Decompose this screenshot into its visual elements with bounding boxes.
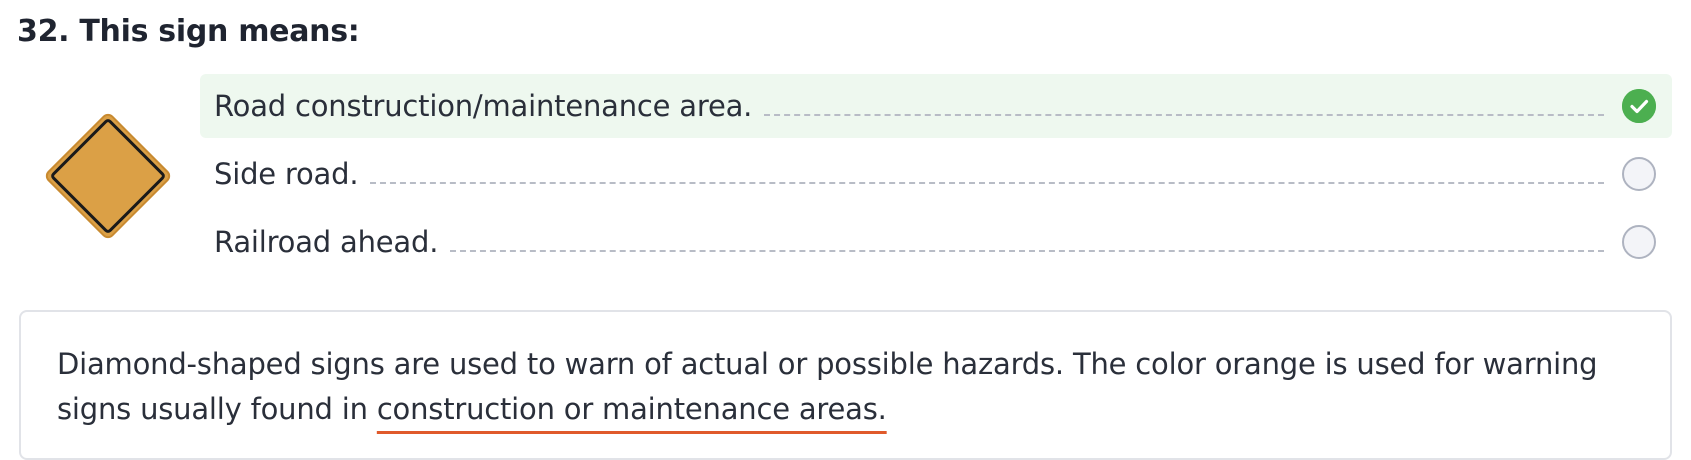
question-title: 32. This sign means: — [17, 14, 360, 49]
answer-option-2[interactable]: Side road. — [200, 142, 1672, 206]
answer-option-3[interactable]: Railroad ahead. — [200, 210, 1672, 274]
radio-button[interactable] — [1622, 157, 1656, 191]
answer-options: Road construction/maintenance area. Side… — [200, 74, 1672, 278]
answer-option-label: Railroad ahead. — [214, 225, 439, 259]
dotted-leader — [764, 114, 1604, 116]
check-circle-icon — [1622, 89, 1656, 123]
warning-diamond-sign-icon — [38, 106, 178, 246]
radio-button[interactable] — [1622, 225, 1656, 259]
explanation-text: Diamond-shaped signs are used to warn of… — [57, 342, 1634, 432]
dotted-leader — [450, 250, 1604, 252]
answer-option-label: Side road. — [214, 157, 359, 191]
explanation-box: Diamond-shaped signs are used to warn of… — [19, 310, 1672, 460]
answer-option-label: Road construction/maintenance area. — [214, 89, 753, 123]
explanation-highlight: construction or maintenance areas. — [376, 392, 887, 426]
dotted-leader — [370, 182, 1604, 184]
answer-option-1[interactable]: Road construction/maintenance area. — [200, 74, 1672, 138]
